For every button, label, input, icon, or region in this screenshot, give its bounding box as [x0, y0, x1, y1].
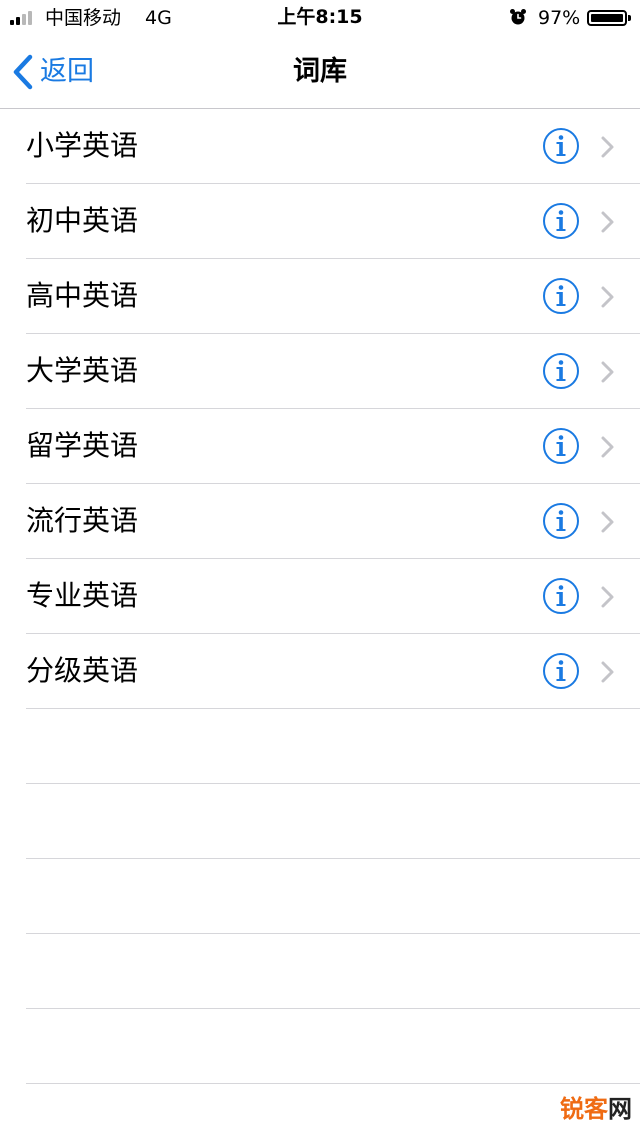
info-circle-icon[interactable]: [542, 502, 580, 540]
list-item-label: 小学英语: [26, 129, 139, 162]
empty-row: [26, 709, 640, 784]
list-item[interactable]: 留学英语: [26, 409, 640, 484]
chevron-right-icon: [601, 286, 614, 308]
navigation-bar: 返回 词库: [0, 36, 640, 109]
empty-row: [26, 934, 640, 1009]
list-item[interactable]: 高中英语: [26, 259, 640, 334]
info-circle-icon[interactable]: [542, 277, 580, 315]
info-circle-icon[interactable]: [542, 427, 580, 465]
chevron-right-icon: [601, 211, 614, 233]
chevron-right-icon: [601, 436, 614, 458]
chevron-right-icon: [601, 361, 614, 383]
list-item[interactable]: 小学英语: [26, 109, 640, 184]
list-item-label: 留学英语: [26, 429, 139, 462]
info-circle-icon[interactable]: [542, 577, 580, 615]
list-item-label: 分级英语: [26, 654, 139, 687]
watermark: 锐客网: [560, 1094, 632, 1124]
info-circle-icon[interactable]: [542, 652, 580, 690]
info-circle-icon[interactable]: [542, 127, 580, 165]
list-item-label: 专业英语: [26, 579, 139, 612]
chevron-right-icon: [601, 661, 614, 683]
info-circle-icon[interactable]: [542, 352, 580, 390]
chevron-right-icon: [601, 586, 614, 608]
empty-row: [26, 784, 640, 859]
chevron-right-icon: [601, 511, 614, 533]
battery-icon: [587, 10, 631, 26]
chevron-right-icon: [601, 136, 614, 158]
list-item-label: 高中英语: [26, 279, 139, 312]
alarm-clock-icon: [510, 9, 526, 25]
empty-row: [26, 859, 640, 934]
list-item-label: 流行英语: [26, 504, 139, 537]
list-item-label: 大学英语: [26, 354, 139, 387]
list-item-label: 初中英语: [26, 204, 139, 237]
watermark-char: 网: [608, 1095, 632, 1123]
watermark-char: 客: [584, 1095, 608, 1123]
info-circle-icon[interactable]: [542, 202, 580, 240]
status-bar: 中国移动 4G 上午8:15 97%: [0, 0, 640, 36]
vocabulary-list: 小学英语 初中英语 高中英语 大学英语 留学英语 流行英语 专业英语 分级英语: [0, 109, 640, 1084]
page-title: 词库: [293, 56, 347, 87]
list-item[interactable]: 分级英语: [26, 634, 640, 709]
list-item[interactable]: 流行英语: [26, 484, 640, 559]
battery-percent: 97%: [538, 7, 581, 29]
list-item[interactable]: 初中英语: [26, 184, 640, 259]
watermark-char: 锐: [560, 1095, 584, 1123]
list-item[interactable]: 大学英语: [26, 334, 640, 409]
empty-row: [26, 1009, 640, 1084]
list-item[interactable]: 专业英语: [26, 559, 640, 634]
